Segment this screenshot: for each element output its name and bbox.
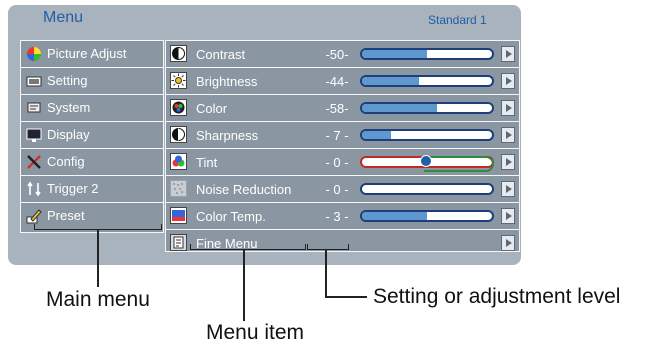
main-item-label: Display	[47, 127, 90, 142]
level-slider[interactable]	[360, 75, 494, 87]
submenu-label: Brightness	[196, 74, 258, 89]
arrow-right-icon[interactable]	[501, 235, 515, 251]
main-menu-callout: Main menu	[46, 288, 150, 311]
submenu-item-noise-reduction[interactable]: Noise Reduction - 0 -	[166, 176, 519, 203]
tint-icon	[170, 153, 187, 170]
arrow-right-icon[interactable]	[501, 127, 515, 143]
arrow-right-icon[interactable]	[501, 181, 515, 197]
arrow-right-icon[interactable]	[501, 73, 515, 89]
submenu-label: Tint	[196, 155, 218, 170]
submenu-value: - 0 -	[325, 182, 349, 197]
display-icon	[26, 127, 42, 143]
submenu-label: Sharpness	[196, 128, 259, 143]
submenu-value: -58-	[325, 101, 349, 116]
submenu-item-color[interactable]: Color -58-	[166, 95, 519, 122]
main-item-label: Config	[47, 154, 85, 169]
arrow-right-icon[interactable]	[501, 154, 515, 170]
main-menu-callout-line	[97, 229, 99, 287]
tools-icon	[26, 154, 42, 170]
menu-item-callout-line	[243, 249, 245, 321]
slider-fill	[362, 131, 391, 139]
submenu-item-color-temp[interactable]: Color Temp. - 3 -	[166, 203, 519, 230]
level-callout-line-vertical	[325, 249, 327, 297]
submenu-item-contrast[interactable]: Contrast -50-	[166, 41, 519, 68]
slider-fill	[362, 212, 427, 220]
color-icon	[170, 99, 187, 116]
arrow-right-icon[interactable]	[501, 46, 515, 62]
submenu-value: -50-	[325, 47, 349, 62]
main-item-display[interactable]: Display	[21, 122, 163, 149]
main-menu: Picture Adjust Setting System Display Co…	[20, 40, 164, 233]
level-bracket	[307, 244, 349, 250]
level-slider[interactable]	[360, 210, 494, 222]
slider-fill	[362, 77, 420, 85]
sun-icon	[170, 72, 187, 89]
submenu-value: - 7 -	[325, 128, 349, 143]
fine-menu-icon	[170, 234, 187, 251]
setting-level-callout: Setting or adjustment level	[373, 285, 621, 308]
submenu-label: Noise Reduction	[196, 182, 292, 197]
submenu-value: - 0 -	[325, 155, 349, 170]
submenu-label: Contrast	[196, 47, 246, 62]
submenu-value: -44-	[325, 74, 349, 89]
level-slider[interactable]	[360, 48, 494, 60]
slider-fill	[362, 50, 427, 58]
submenu-item-tint[interactable]: Tint - 0 -	[166, 149, 519, 176]
sharpness-icon	[170, 126, 187, 143]
submenu-value: - 3 -	[325, 209, 349, 224]
main-item-setting[interactable]: Setting	[21, 68, 163, 95]
main-item-system[interactable]: System	[21, 95, 163, 122]
noise-reduction-icon	[170, 180, 187, 197]
main-item-picture-adjust[interactable]: Picture Adjust	[21, 41, 163, 68]
trigger-icon	[26, 181, 42, 197]
main-item-label: System	[47, 100, 91, 115]
submenu: Contrast -50- Brightness -44- Color -58-	[165, 40, 520, 252]
main-item-label: Picture Adjust	[47, 46, 127, 61]
submenu-item-sharpness[interactable]: Sharpness - 7 -	[166, 122, 519, 149]
submenu-item-fine-menu[interactable]: Fine Menu	[166, 230, 519, 256]
main-item-trigger-2[interactable]: Trigger 2	[21, 176, 163, 203]
color-temp-icon	[170, 207, 187, 224]
tint-slider-green-half	[424, 156, 494, 172]
level-callout-line-horizontal	[325, 296, 367, 298]
tv-icon	[26, 73, 42, 89]
tint-slider-knob[interactable]	[420, 155, 432, 167]
tint-slider[interactable]	[360, 155, 494, 172]
pencil-icon	[26, 208, 42, 224]
slider-fill	[362, 104, 438, 112]
arrow-right-icon[interactable]	[501, 208, 515, 224]
main-item-label: Setting	[47, 73, 88, 88]
level-slider[interactable]	[360, 183, 494, 195]
main-item-config[interactable]: Config	[21, 149, 163, 176]
color-wheel-icon	[26, 46, 42, 62]
submenu-label: Color	[196, 101, 228, 116]
preset-name: Standard 1	[428, 13, 487, 27]
menu-title: Menu	[43, 9, 84, 26]
level-slider[interactable]	[360, 102, 494, 114]
submenu-item-brightness[interactable]: Brightness -44-	[166, 68, 519, 95]
arrow-right-icon[interactable]	[501, 100, 515, 116]
level-slider[interactable]	[360, 129, 494, 141]
monitor-icon	[26, 100, 42, 116]
main-item-label: Trigger 2	[47, 181, 99, 196]
menu-item-callout: Menu item	[206, 321, 305, 344]
contrast-icon	[170, 45, 187, 62]
submenu-label: Color Temp.	[196, 209, 266, 224]
menu-item-bracket	[190, 244, 306, 250]
